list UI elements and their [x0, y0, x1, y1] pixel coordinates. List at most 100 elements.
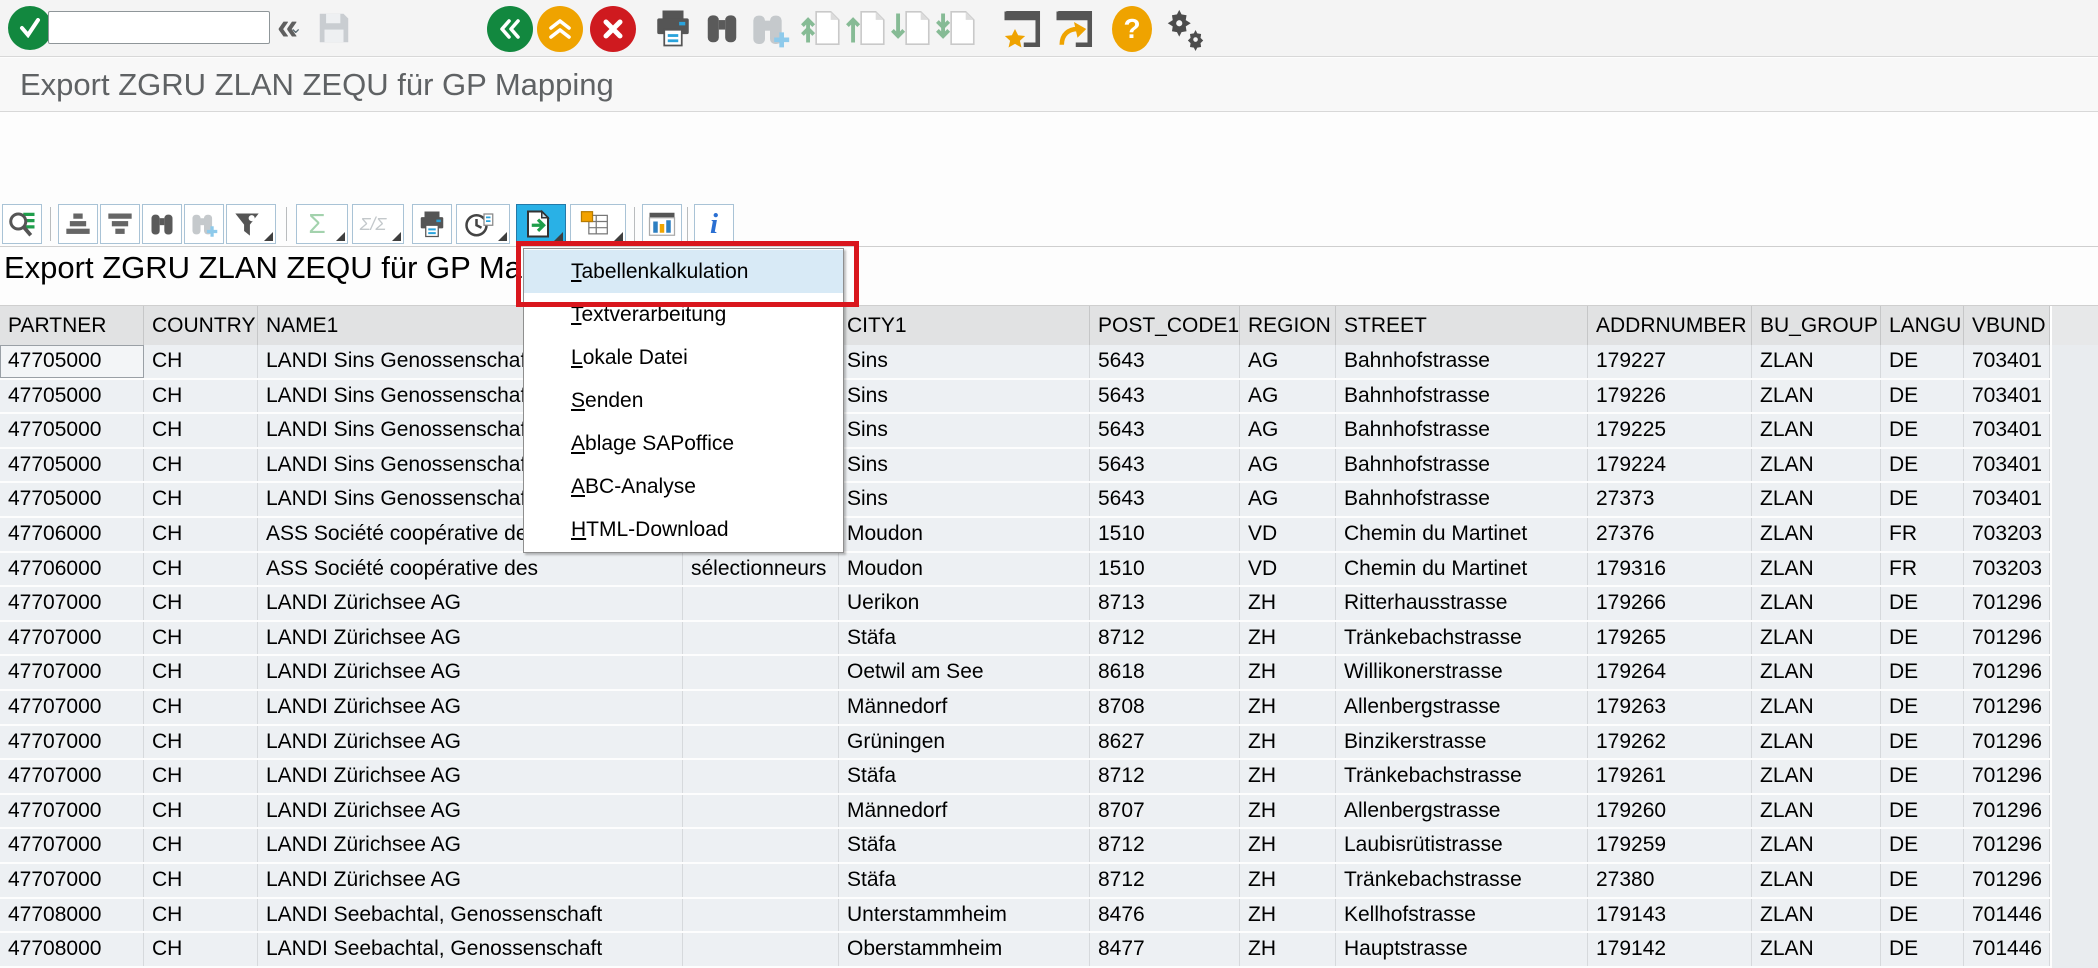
table-cell[interactable]: ZLAN	[1752, 864, 1881, 897]
table-cell[interactable]: 47707000	[0, 587, 144, 620]
table-cell[interactable]: 47705000	[0, 449, 144, 482]
table-cell[interactable]: DE	[1881, 795, 1964, 828]
graphic-icon[interactable]	[642, 204, 682, 244]
table-cell[interactable]: 701446	[1964, 933, 2050, 966]
table-cell[interactable]: DE	[1881, 864, 1964, 897]
table-cell[interactable]: Chemin du Martinet	[1336, 518, 1588, 551]
table-cell[interactable]: Moudon	[839, 553, 1090, 586]
table-cell[interactable]: 47706000	[0, 518, 144, 551]
table-cell[interactable]: 179227	[1588, 345, 1752, 378]
table-cell[interactable]: CH	[144, 414, 258, 447]
subtotal-icon[interactable]: Σ/Σ	[352, 204, 404, 244]
table-cell[interactable]: CH	[144, 553, 258, 586]
table-cell[interactable]: Sins	[839, 345, 1090, 378]
table-cell[interactable]: CH	[144, 622, 258, 655]
table-cell[interactable]: 701296	[1964, 622, 2050, 655]
table-cell[interactable]: Binzikerstrasse	[1336, 726, 1588, 759]
table-cell[interactable]: 703401	[1964, 483, 2050, 516]
table-cell[interactable]: ZLAN	[1752, 622, 1881, 655]
sort-ascending-icon[interactable]	[58, 204, 98, 244]
help-icon[interactable]: ?	[1112, 6, 1152, 52]
table-cell[interactable]: 179261	[1588, 760, 1752, 793]
table-cell[interactable]: Stäfa	[839, 864, 1090, 897]
table-cell[interactable]: AG	[1240, 414, 1336, 447]
table-cell[interactable]: 179259	[1588, 829, 1752, 862]
table-cell[interactable]	[683, 726, 839, 759]
table-cell[interactable]: 27376	[1588, 518, 1752, 551]
table-cell[interactable]: LANDI Zürichsee AG	[258, 587, 683, 620]
table-cell[interactable]: DE	[1881, 760, 1964, 793]
table-cell[interactable]: DE	[1881, 449, 1964, 482]
table-cell[interactable]: ZLAN	[1752, 795, 1881, 828]
table-cell[interactable]: CH	[144, 656, 258, 689]
table-cell[interactable]: Oberstammheim	[839, 933, 1090, 966]
filter-icon[interactable]	[226, 204, 276, 244]
table-cell[interactable]: CH	[144, 345, 258, 378]
focused-cell[interactable]: 47705000	[0, 345, 144, 378]
table-cell[interactable]	[683, 933, 839, 966]
table-cell[interactable]: 179225	[1588, 414, 1752, 447]
column-header-bu_group[interactable]: BU_GROUP	[1752, 306, 1881, 346]
table-cell[interactable]: ZH	[1240, 587, 1336, 620]
table-cell[interactable]: ZLAN	[1752, 829, 1881, 862]
table-cell[interactable]: Stäfa	[839, 829, 1090, 862]
info-icon[interactable]: i	[694, 204, 734, 244]
table-cell[interactable]: 703401	[1964, 449, 2050, 482]
table-cell[interactable]: Stäfa	[839, 622, 1090, 655]
column-header-langu[interactable]: LANGU	[1881, 306, 1964, 346]
table-cell[interactable]: DE	[1881, 726, 1964, 759]
column-header-addrnumber[interactable]: ADDRNUMBER	[1588, 306, 1752, 346]
table-cell[interactable]: ZLAN	[1752, 726, 1881, 759]
table-cell[interactable]: 701296	[1964, 726, 2050, 759]
back-icon[interactable]	[487, 6, 533, 52]
table-cell[interactable]: ZLAN	[1752, 380, 1881, 413]
table-cell[interactable]: ZLAN	[1752, 553, 1881, 586]
table-cell[interactable]: 47707000	[0, 622, 144, 655]
table-cell[interactable]: VD	[1240, 553, 1336, 586]
details-icon[interactable]	[2, 204, 42, 244]
table-cell[interactable]: DE	[1881, 656, 1964, 689]
table-cell[interactable]: Bahnhofstrasse	[1336, 483, 1588, 516]
table-cell[interactable]: 47707000	[0, 829, 144, 862]
table-cell[interactable]	[683, 829, 839, 862]
table-cell[interactable]: AG	[1240, 345, 1336, 378]
table-cell[interactable]: 701296	[1964, 656, 2050, 689]
table-cell[interactable]: DE	[1881, 587, 1964, 620]
table-cell[interactable]: 47706000	[0, 553, 144, 586]
find-next-icon[interactable]	[748, 9, 792, 49]
table-cell[interactable]: Bahnhofstrasse	[1336, 414, 1588, 447]
table-cell[interactable]: DE	[1881, 899, 1964, 932]
table-cell[interactable]	[683, 691, 839, 724]
column-header-city1[interactable]: CITY1	[839, 306, 1090, 346]
table-cell[interactable]: 8712	[1090, 864, 1240, 897]
table-cell[interactable]: 179264	[1588, 656, 1752, 689]
table-cell[interactable]: ZH	[1240, 829, 1336, 862]
table-cell[interactable]: ASS Société coopérative des	[258, 553, 683, 586]
table-cell[interactable]: AG	[1240, 449, 1336, 482]
table-cell[interactable]: 179263	[1588, 691, 1752, 724]
table-cell[interactable]: 703401	[1964, 380, 2050, 413]
table-cell[interactable]: CH	[144, 587, 258, 620]
table-cell[interactable]: 1510	[1090, 518, 1240, 551]
table-cell[interactable]: ZH	[1240, 760, 1336, 793]
table-cell[interactable]: 8476	[1090, 899, 1240, 932]
table-cell[interactable]: Allenbergstrasse	[1336, 795, 1588, 828]
table-cell[interactable]: Bahnhofstrasse	[1336, 380, 1588, 413]
next-page-icon[interactable]	[890, 7, 932, 49]
table-cell[interactable]: 179226	[1588, 380, 1752, 413]
table-cell[interactable]: VD	[1240, 518, 1336, 551]
menu-item-html-download[interactable]: HTML-Download	[524, 508, 843, 551]
table-cell[interactable]: 47707000	[0, 760, 144, 793]
new-session-icon[interactable]	[1000, 8, 1044, 50]
table-cell[interactable]: 47705000	[0, 380, 144, 413]
table-cell[interactable]	[683, 864, 839, 897]
table-cell[interactable]: LANDI Zürichsee AG	[258, 691, 683, 724]
table-cell[interactable]: Allenbergstrasse	[1336, 691, 1588, 724]
table-cell[interactable]: LANDI Zürichsee AG	[258, 656, 683, 689]
table-cell[interactable]: 703203	[1964, 553, 2050, 586]
table-cell[interactable]: CH	[144, 518, 258, 551]
table-cell[interactable]: 47705000	[0, 414, 144, 447]
table-cell[interactable]: CH	[144, 933, 258, 966]
table-cell[interactable]: 8712	[1090, 760, 1240, 793]
exit-icon[interactable]	[537, 6, 583, 52]
